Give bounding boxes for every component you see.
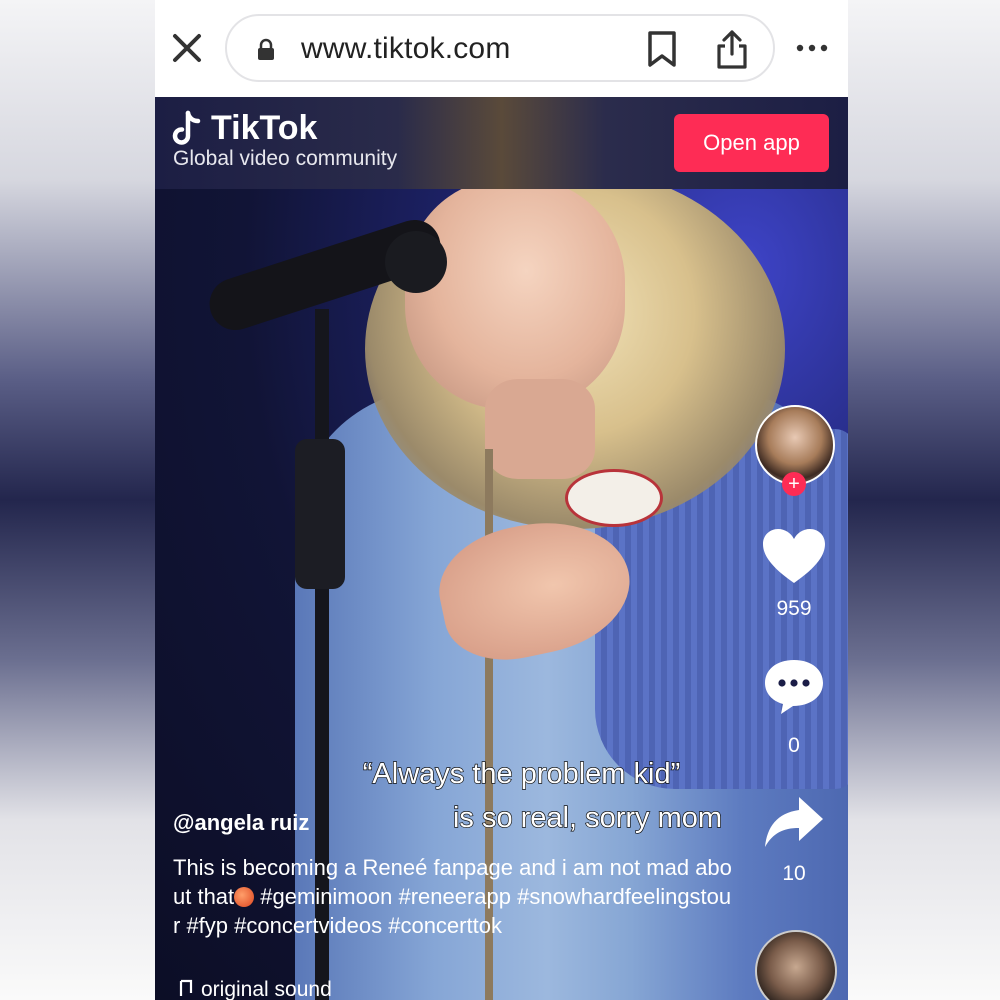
close-icon[interactable] bbox=[169, 30, 205, 66]
background-blur-left bbox=[0, 0, 155, 1000]
address-bar[interactable]: www.tiktok.com bbox=[225, 14, 775, 82]
sound-link[interactable]: original sound bbox=[177, 978, 332, 1000]
video-scene-face bbox=[405, 189, 625, 409]
share-count: 10 bbox=[782, 862, 806, 885]
comment-icon[interactable] bbox=[761, 656, 827, 716]
follow-button[interactable]: + bbox=[782, 472, 806, 496]
tiktok-header: TikTok Global video community Open app bbox=[155, 97, 848, 189]
share-icon[interactable] bbox=[715, 28, 749, 70]
peach-emoji-icon bbox=[234, 887, 255, 907]
author-username[interactable]: @angela ruiz bbox=[173, 810, 309, 836]
lock-icon bbox=[258, 38, 274, 60]
bookmark-icon[interactable] bbox=[645, 30, 679, 68]
heart-icon[interactable] bbox=[761, 527, 827, 587]
video-scene-patch bbox=[565, 469, 663, 527]
url-text: www.tiktok.com bbox=[301, 32, 511, 65]
comment-count: 0 bbox=[788, 734, 800, 757]
tiktok-logo[interactable]: TikTok bbox=[171, 109, 317, 148]
description-hashtags[interactable]: #geminimoon #reneerapp #snowhardfeelings… bbox=[173, 884, 731, 938]
browser-bar: www.tiktok.com bbox=[155, 0, 848, 97]
brand-name: TikTok bbox=[211, 109, 318, 147]
video-caption-line2: is so real, sorry mom bbox=[452, 801, 723, 834]
video-scene-neck bbox=[485, 379, 595, 479]
video-scene-mic-head bbox=[385, 231, 447, 293]
tiktok-note-icon bbox=[172, 110, 201, 145]
background-blur-right bbox=[845, 0, 1000, 1000]
phone-screen: www.tiktok.com TikTok Global video commu… bbox=[155, 0, 848, 1000]
open-app-button[interactable]: Open app bbox=[674, 114, 829, 172]
like-count: 959 bbox=[776, 597, 812, 620]
video-caption-line1: “Always the problem kid” bbox=[362, 757, 681, 790]
video-description: This is becoming a Reneé fanpage and i a… bbox=[173, 853, 733, 940]
sound-label: original sound bbox=[201, 978, 332, 1000]
music-note-icon bbox=[179, 979, 193, 996]
share-arrow-icon[interactable] bbox=[761, 793, 827, 853]
more-icon[interactable] bbox=[795, 38, 829, 58]
brand-subtitle: Global video community bbox=[173, 147, 398, 170]
video-scene-mic-clip bbox=[295, 439, 345, 589]
